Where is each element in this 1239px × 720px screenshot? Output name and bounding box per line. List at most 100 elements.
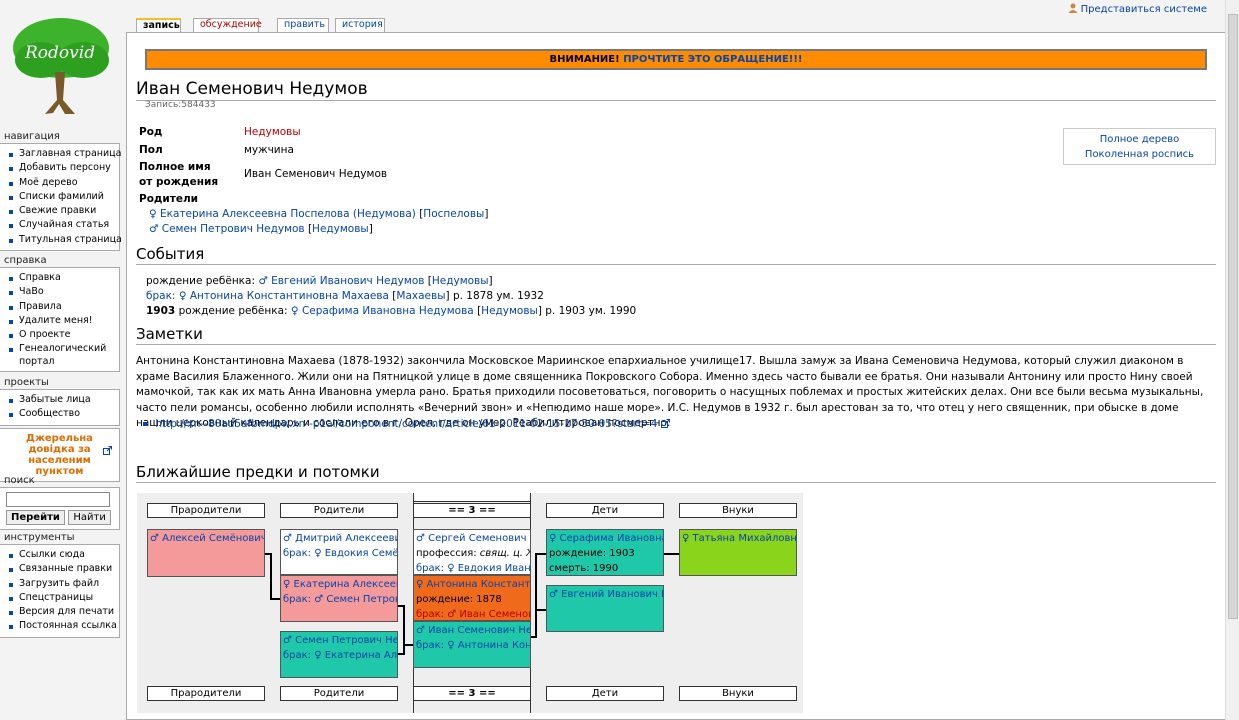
locality-reference-text: Джерельна довідка за населеним пунктом	[26, 433, 93, 477]
rod-value-link[interactable]: Недумовы	[244, 125, 301, 140]
record-id: Запись:584433	[145, 100, 216, 110]
self-marriage[interactable]: брак: ♀ Антонина Константиновна	[416, 638, 530, 653]
sex-value: мужчина	[244, 144, 294, 156]
child-2-link[interactable]: ♂ Евгений Иванович Недумов	[549, 587, 663, 602]
generation-list-link[interactable]: Поколенная роспись	[1064, 147, 1215, 162]
event-row-1: рождение ребёнка: ♂ Евгений Иванович Нед…	[146, 275, 493, 287]
tools-link-whatlinkshere[interactable]: Ссылки сюда	[8, 548, 115, 562]
page-title: Иван Семенович Недумов	[136, 79, 1216, 101]
event-1-person-link[interactable]: ♂ Евгений Иванович Недумов	[258, 275, 424, 287]
vertical-scrollbar[interactable]	[1225, 0, 1239, 720]
spouse-marriage[interactable]: брак: ♂ Иван Семенович	[416, 607, 530, 620]
father-link[interactable]: ♂ Семен Петрович Недумов	[149, 223, 305, 235]
help-link-rules[interactable]: Правила	[8, 300, 115, 314]
event-3-suffix: р. 1903 ум. 1990	[545, 305, 637, 317]
site-logo[interactable]: Rodovid	[5, 10, 115, 120]
tab-discussion[interactable]: обсуждение	[193, 18, 262, 32]
login-link[interactable]: Представиться системе	[1068, 3, 1207, 15]
search-input[interactable]	[6, 492, 110, 507]
tree-heading: Ближайшие предки и потомки	[136, 463, 1216, 483]
tab-edit[interactable]: править	[277, 18, 329, 32]
parent-2-marriage[interactable]: брак: ♂ Семен Петрович Недумов	[283, 592, 397, 607]
person-card-child-2[interactable]: ♂ Евгений Иванович Недумов	[546, 585, 664, 632]
nav-link-recent-changes[interactable]: Свежие правки	[8, 204, 115, 218]
tree-logo: Rodovid	[13, 18, 109, 114]
event-2-person-link[interactable]: ♀ Антонина Константиновна Махаева	[179, 290, 389, 302]
self-link[interactable]: ♂ Иван Семенович Недумов	[416, 623, 530, 638]
tab-history[interactable]: история	[335, 18, 385, 32]
projects-link-forgotten[interactable]: Забытые лица	[8, 393, 115, 407]
parent-1-marriage[interactable]: брак: ♀ Евдокия Семёновна	[283, 546, 397, 561]
person-card-self[interactable]: ♂ Иван Семенович Недумов брак: ♀ Антонин…	[413, 621, 531, 668]
person-card-parent-3[interactable]: ♂ Семен Петрович Недумов брак: ♀ Екатери…	[280, 631, 398, 678]
sibling-link[interactable]: ♂ Сергей Семенович Недумов	[416, 531, 530, 546]
help-link-delete-me[interactable]: Удалите меня!	[8, 314, 115, 328]
navigation-title: навигация	[4, 131, 60, 142]
person-card-parent-1[interactable]: ♂ Дмитрий Алексеевич Поспелов брак: ♀ Ев…	[280, 529, 398, 575]
tools-link-permalink[interactable]: Постоянная ссылка	[8, 619, 117, 633]
help-link-help[interactable]: Справка	[8, 271, 115, 285]
person-card-grandchild[interactable]: ♀ Татьяна Михайловна	[679, 529, 797, 576]
scrollbar-thumb[interactable]	[1228, 14, 1238, 619]
header-parents: Родители	[280, 503, 398, 518]
parent-2-link[interactable]: ♀ Екатерина Алексеевна Поспелова	[283, 577, 397, 592]
external-url-link[interactable]: http://xn--80ad5afbmdpw.xn--p1ai/compone…	[155, 418, 657, 430]
person-card-child-1[interactable]: ♀ Серафима Ивановна Недумова рождение: 1…	[546, 529, 664, 576]
parent-3-marriage[interactable]: брак: ♀ Екатерина Алексеевна	[283, 648, 397, 663]
event-2-rod-link[interactable]: Махаевы	[396, 290, 445, 302]
person-card-sibling[interactable]: ♂ Сергей Семенович Недумов профессия: св…	[413, 529, 531, 575]
parent-1-link[interactable]: ♂ Дмитрий Алексеевич Поспелов	[283, 531, 397, 546]
notice-link[interactable]: ПРОЧТИТЕ ЭТО ОБРАЩЕНИЕ!!!	[623, 54, 802, 65]
person-card-spouse[interactable]: ♀ Антонина Константиновна рождение: 1878…	[413, 575, 531, 621]
nav-link-my-tree[interactable]: Моё дерево	[8, 176, 115, 190]
tools-link-related-changes[interactable]: Связанные правки	[8, 562, 115, 576]
header-grandchildren: Внуки	[679, 503, 797, 518]
events-heading: События	[136, 245, 1216, 265]
grandchild-link[interactable]: ♀ Татьяна Михайловна	[682, 531, 796, 546]
nav-link-title-page[interactable]: Титульная страница	[8, 233, 122, 247]
connector	[535, 553, 537, 638]
event-3-rod-link[interactable]: Недумовы	[481, 305, 538, 317]
help-link-faq[interactable]: ЧаВо	[8, 285, 115, 299]
center-column-top	[413, 493, 531, 502]
special-portlet: Джерельна довідка за населеним пунктом	[0, 428, 120, 482]
user-icon	[1068, 3, 1078, 13]
event-2-prefix[interactable]: брак:	[146, 290, 175, 302]
event-1-rod-link[interactable]: Недумовы	[432, 275, 489, 287]
nav-link-add-person[interactable]: Добавить персону	[8, 161, 115, 175]
search-button[interactable]: Найти	[68, 510, 111, 525]
grandparent-link[interactable]: ♂ Алексей Семёнович Поспелов	[150, 533, 264, 544]
locality-reference-link[interactable]: Джерельна довідка за населеним пунктом	[0, 428, 120, 482]
person-card-grandparent[interactable]: ♂ Алексей Семёнович Поспелов	[147, 529, 265, 577]
spouse-link[interactable]: ♀ Антонина Константиновна	[416, 577, 530, 592]
go-button[interactable]: Перейти	[6, 510, 65, 525]
father-rod-link[interactable]: Недумовы	[312, 223, 369, 235]
connector	[535, 609, 546, 611]
full-tree-link[interactable]: Полное дерево	[1064, 132, 1215, 147]
footer-children: Дети	[546, 686, 664, 701]
help-link-about[interactable]: О проекте	[8, 328, 115, 342]
nav-link-surnames[interactable]: Списки фамилий	[8, 190, 115, 204]
person-card-parent-2[interactable]: ♀ Екатерина Алексеевна Поспелова брак: ♂…	[280, 575, 398, 622]
nav-link-random[interactable]: Случайная статья	[8, 218, 115, 232]
notice-banner: ВНИМАНИЕ! ПРОЧТИТЕ ЭТО ОБРАЩЕНИЕ!!!	[145, 49, 1207, 70]
child-1-birth: рождение: 1903	[549, 548, 635, 559]
tab-record[interactable]: запись	[136, 18, 181, 32]
nav-link-main-page[interactable]: Заглавная страница	[8, 147, 121, 161]
event-3-person-link[interactable]: ♀ Серафима Ивановна Недумова	[291, 305, 474, 317]
sex-label: Пол	[139, 144, 163, 156]
tools-link-special-pages[interactable]: Спецстраницы	[8, 591, 115, 605]
mother-link[interactable]: ♀ Екатерина Алексеевна Поспелова (Недумо…	[149, 208, 416, 220]
tools-link-print-version[interactable]: Версия для печати	[8, 605, 115, 619]
projects-link-community[interactable]: Сообщество	[8, 407, 115, 421]
tools-title: инструменты	[4, 532, 75, 543]
child-1-link[interactable]: ♀ Серафима Ивановна Недумова	[549, 531, 663, 546]
parent-3-link[interactable]: ♂ Семен Петрович Недумов	[283, 633, 397, 648]
help-link-genealogy-portal[interactable]: Генеалогический портал	[8, 342, 115, 368]
family-tree: Прародители Родители == 3 == Дети Внуки …	[137, 493, 803, 713]
mother-row: ♀ Екатерина Алексеевна Поспелова (Недумо…	[149, 208, 489, 220]
mother-rod-link[interactable]: Поспеловы	[423, 208, 484, 220]
tools-link-upload[interactable]: Загрузить файл	[8, 577, 115, 591]
sibling-marriage[interactable]: брак: ♀ Евдокия Ивановна	[416, 561, 530, 574]
event-3-prefix: рождение ребёнка:	[178, 305, 288, 317]
